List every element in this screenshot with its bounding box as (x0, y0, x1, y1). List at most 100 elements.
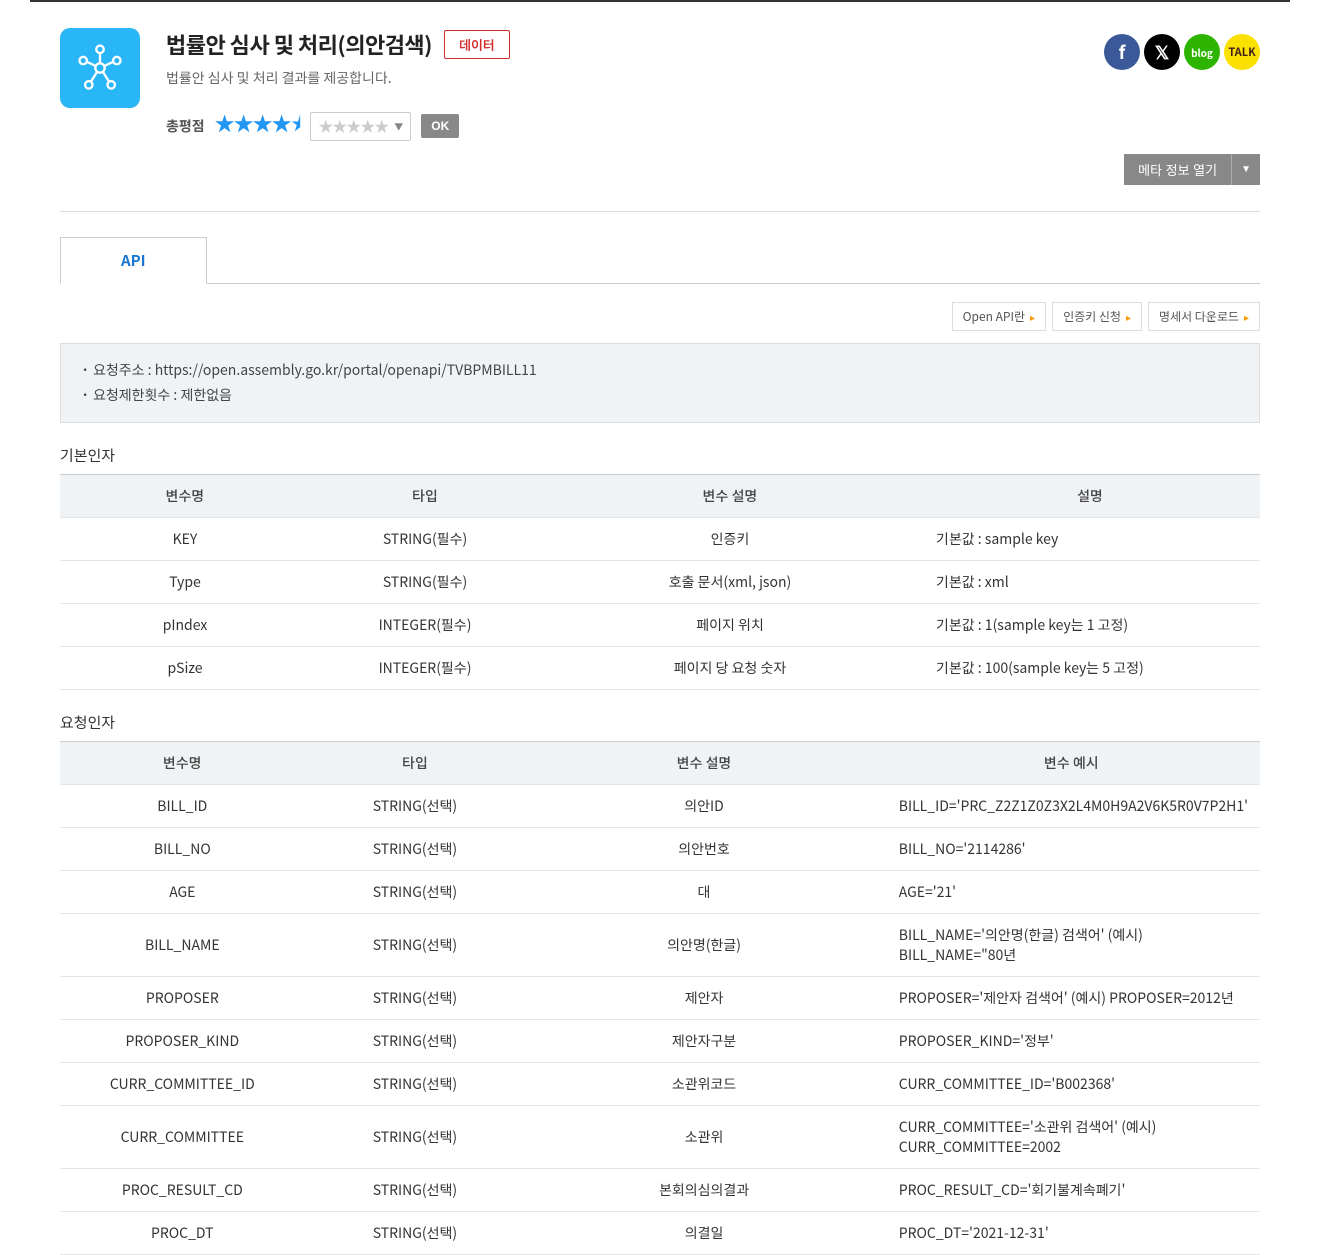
table-cell: 기본값 : 100(sample key는 5 고정) (920, 647, 1260, 690)
table-header: 변수 설명 (540, 475, 920, 518)
table-cell: Type (60, 561, 310, 604)
table-cell: PROC_DT (60, 1212, 305, 1255)
rating-input-stars: ★★★★★ (318, 116, 388, 137)
table-cell: 대 (525, 871, 882, 914)
table-cell: 기본값 : xml (920, 561, 1260, 604)
table-cell: BILL_NO (60, 828, 305, 871)
table-cell: PROC_RESULT_CD='회기불계속폐기' (883, 1169, 1260, 1212)
data-badge: 데이터 (444, 30, 510, 59)
table-row: BILL_NAMESTRING(선택)의안명(한글)BILL_NAME='의안명… (60, 914, 1260, 977)
link-label: 인증키 신청 (1063, 308, 1121, 325)
auth-key-link[interactable]: 인증키 신청 ▸ (1052, 302, 1142, 331)
table-row: pSizeINTEGER(필수)페이지 당 요청 숫자기본값 : 100(sam… (60, 647, 1260, 690)
rating-stars: ★★★★⯨ (215, 108, 301, 144)
ok-button[interactable]: OK (421, 114, 459, 138)
table-cell: BILL_ID='PRC_Z2Z1Z0Z3X2L4M0H9A2V6K5R0V7P… (883, 785, 1260, 828)
meta-info-button[interactable]: 메타 정보 열기 (1124, 154, 1232, 185)
table-cell: CURR_COMMITTEE_ID='B002368' (883, 1063, 1260, 1106)
table-cell: STRING(선택) (305, 785, 526, 828)
table-row: PROPOSER_KINDSTRING(선택)제안자구분PROPOSER_KIN… (60, 1020, 1260, 1063)
basic-params-title: 기본인자 (60, 445, 1260, 466)
request-params-table: 변수명타입변수 설명변수 예시 BILL_IDSTRING(선택)의안IDBIL… (60, 741, 1260, 1255)
arrow-right-icon: ▸ (1126, 309, 1131, 324)
table-cell: 기본값 : sample key (920, 518, 1260, 561)
table-cell: BILL_ID (60, 785, 305, 828)
table-cell: STRING(선택) (305, 914, 526, 977)
page-title: 법률안 심사 및 처리(의안검색) (166, 28, 432, 60)
table-cell: STRING(선택) (305, 1169, 526, 1212)
arrow-right-icon: ▸ (1244, 309, 1249, 324)
table-cell: BILL_NAME='의안명(한글) 검색어' (예시) BILL_NAME="… (883, 914, 1260, 977)
table-header: 변수 예시 (883, 742, 1260, 785)
table-cell: 의결일 (525, 1212, 882, 1255)
table-row: AGESTRING(선택)대AGE='21' (60, 871, 1260, 914)
table-cell: 인증키 (540, 518, 920, 561)
table-cell: STRING(선택) (305, 871, 526, 914)
arrow-right-icon: ▸ (1030, 309, 1035, 324)
rating-label: 총평점 (166, 116, 205, 136)
table-cell: KEY (60, 518, 310, 561)
table-cell: BILL_NO='2114286' (883, 828, 1260, 871)
table-cell: 제안자 (525, 977, 882, 1020)
link-label: 명세서 다운로드 (1159, 308, 1239, 325)
table-cell: CURR_COMMITTEE_ID (60, 1063, 305, 1106)
table-cell: 페이지 위치 (540, 604, 920, 647)
table-cell: PROC_DT='2021-12-31' (883, 1212, 1260, 1255)
table-cell: STRING(선택) (305, 828, 526, 871)
table-row: BILL_NOSTRING(선택)의안번호BILL_NO='2114286' (60, 828, 1260, 871)
table-row: BILL_IDSTRING(선택)의안IDBILL_ID='PRC_Z2Z1Z0… (60, 785, 1260, 828)
table-cell: 의안ID (525, 785, 882, 828)
table-cell: STRING(필수) (310, 518, 540, 561)
open-api-help-link[interactable]: Open API란 ▸ (952, 302, 1046, 331)
table-row: pIndexINTEGER(필수)페이지 위치기본값 : 1(sample ke… (60, 604, 1260, 647)
table-row: CURR_COMMITTEE_IDSTRING(선택)소관위코드CURR_COM… (60, 1063, 1260, 1106)
table-cell: INTEGER(필수) (310, 604, 540, 647)
request-params-title: 요청인자 (60, 712, 1260, 733)
table-cell: 소관위코드 (525, 1063, 882, 1106)
link-label: Open API란 (963, 308, 1025, 325)
table-cell: STRING(필수) (310, 561, 540, 604)
table-cell: PROPOSER='제안자 검색어' (예시) PROPOSER=2012년 (883, 977, 1260, 1020)
table-header: 변수 설명 (525, 742, 882, 785)
table-cell: PROPOSER_KIND (60, 1020, 305, 1063)
table-cell: PROPOSER_KIND='정부' (883, 1020, 1260, 1063)
table-header: 설명 (920, 475, 1260, 518)
facebook-icon[interactable]: f (1104, 34, 1140, 70)
table-row: PROPOSERSTRING(선택)제안자PROPOSER='제안자 검색어' … (60, 977, 1260, 1020)
table-row: PROC_RESULT_CDSTRING(선택)본회의심의결과PROC_RESU… (60, 1169, 1260, 1212)
request-url-line: 요청주소 : https://open.assembly.go.kr/porta… (79, 358, 1241, 383)
spec-download-link[interactable]: 명세서 다운로드 ▸ (1148, 302, 1260, 331)
table-cell: STRING(선택) (305, 1020, 526, 1063)
table-row: CURR_COMMITTEESTRING(선택)소관위CURR_COMMITTE… (60, 1106, 1260, 1169)
kakaotalk-icon[interactable]: TALK (1224, 34, 1260, 70)
table-cell: AGE (60, 871, 305, 914)
table-header: 변수명 (60, 742, 305, 785)
table-cell: CURR_COMMITTEE='소관위 검색어' (예시) CURR_COMMI… (883, 1106, 1260, 1169)
basic-params-table: 변수명타입변수 설명설명 KEYSTRING(필수)인증키기본값 : sampl… (60, 474, 1260, 690)
table-header: 변수명 (60, 475, 310, 518)
table-cell: PROC_RESULT_CD (60, 1169, 305, 1212)
table-row: TypeSTRING(필수)호출 문서(xml, json)기본값 : xml (60, 561, 1260, 604)
table-cell: STRING(선택) (305, 1212, 526, 1255)
table-cell: 의안번호 (525, 828, 882, 871)
table-cell: STRING(선택) (305, 1106, 526, 1169)
meta-info-caret[interactable]: ▼ (1232, 154, 1260, 185)
table-cell: STRING(선택) (305, 977, 526, 1020)
table-cell: 기본값 : 1(sample key는 1 고정) (920, 604, 1260, 647)
request-info-box: 요청주소 : https://open.assembly.go.kr/porta… (60, 343, 1260, 423)
rating-select[interactable]: ★★★★★ ▼ (310, 112, 411, 141)
tab-api[interactable]: API (60, 237, 207, 284)
x-twitter-icon[interactable]: 𝕏 (1144, 34, 1180, 70)
table-header: 타입 (310, 475, 540, 518)
table-cell: 의안명(한글) (525, 914, 882, 977)
table-cell: 호출 문서(xml, json) (540, 561, 920, 604)
table-cell: pIndex (60, 604, 310, 647)
naver-blog-icon[interactable]: blog (1184, 34, 1220, 70)
table-cell: 제안자구분 (525, 1020, 882, 1063)
table-cell: BILL_NAME (60, 914, 305, 977)
table-cell: PROPOSER (60, 977, 305, 1020)
table-header: 타입 (305, 742, 526, 785)
page-subtitle: 법률안 심사 및 처리 결과를 제공합니다. (166, 68, 1104, 88)
app-icon (60, 28, 140, 108)
table-cell: AGE='21' (883, 871, 1260, 914)
